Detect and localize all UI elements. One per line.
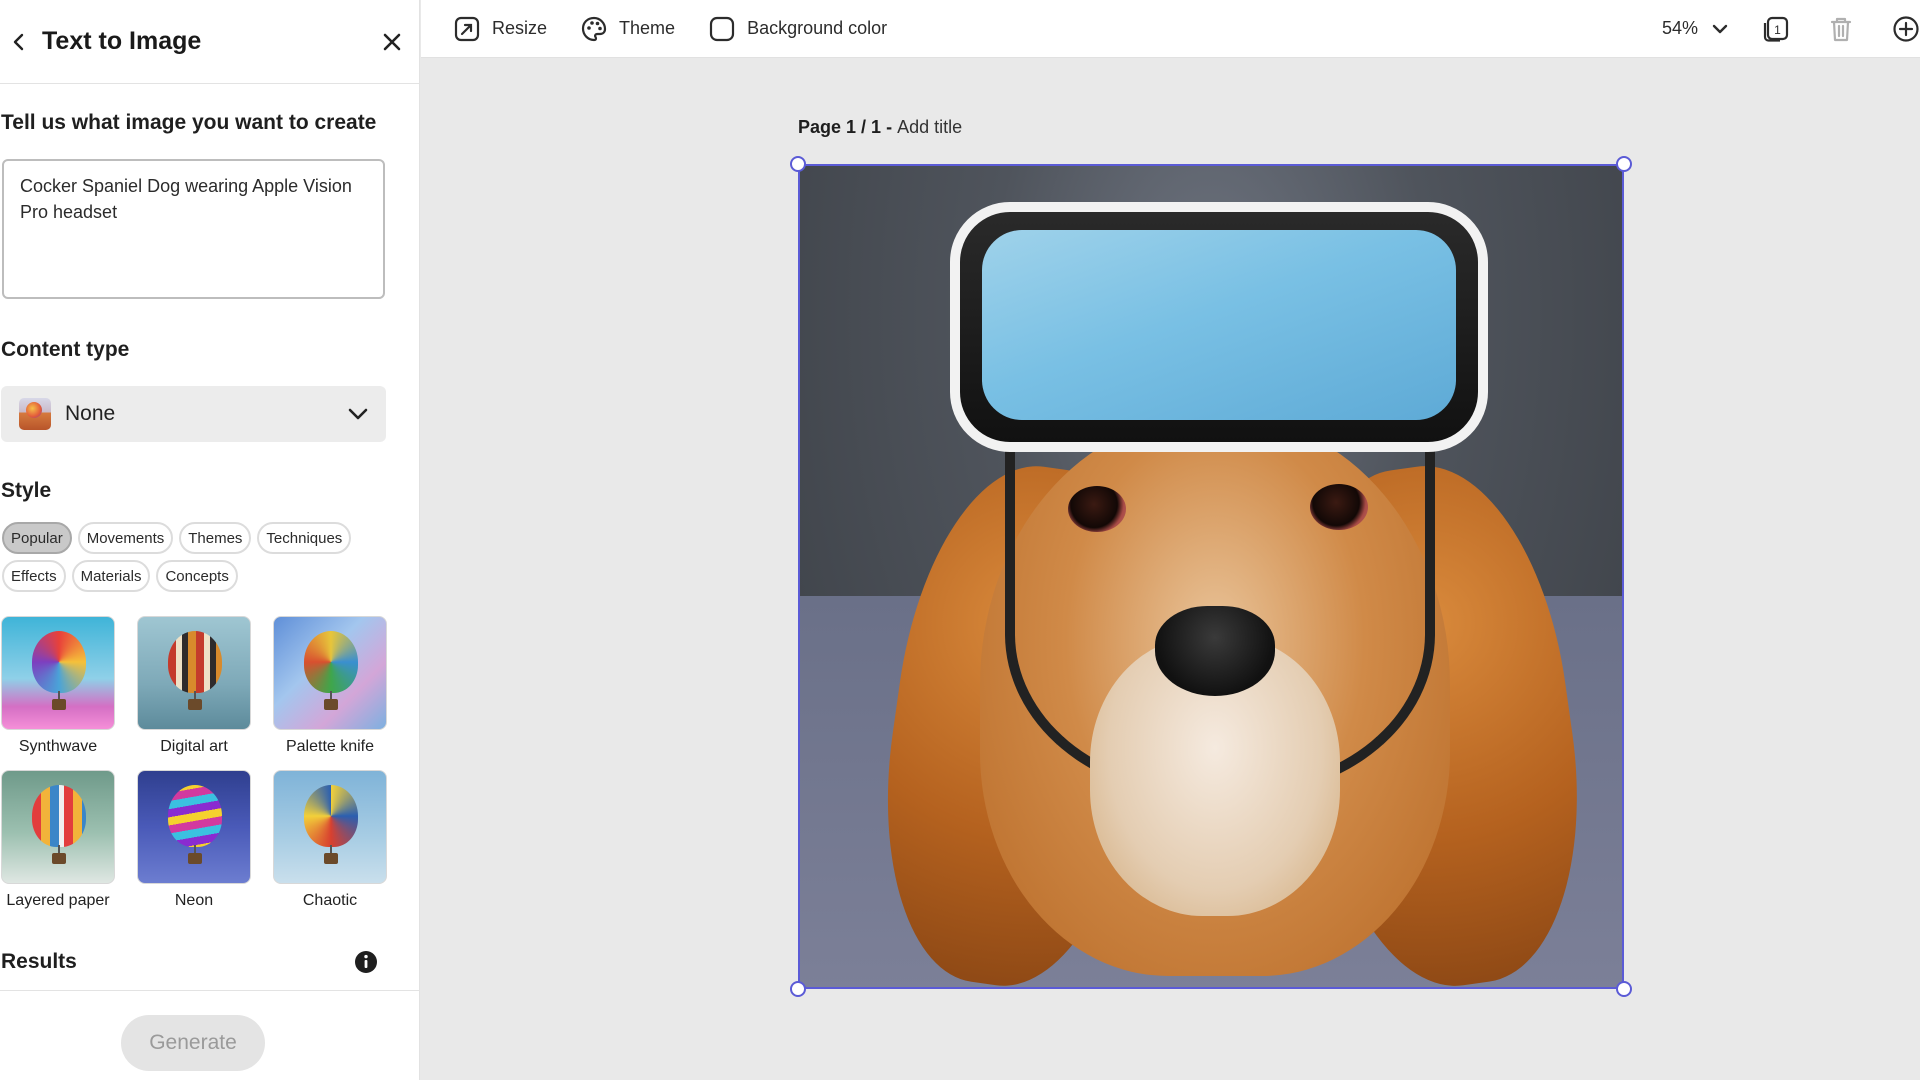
generated-image-artboard[interactable] (798, 164, 1624, 989)
resize-handle-bottom-left[interactable] (790, 981, 806, 997)
style-name: Palette knife (285, 738, 375, 755)
style-name: Digital art (160, 738, 228, 755)
style-name: Neon (174, 892, 214, 909)
style-grid: Synthwave Digital art Palette knife Laye… (1, 616, 387, 910)
text-to-image-panel: Text to Image Tell us what image you wan… (0, 0, 420, 1080)
pages-icon: 1 (1763, 16, 1789, 42)
theme-button[interactable]: Theme (581, 16, 675, 42)
style-tab-themes[interactable]: Themes (179, 522, 252, 554)
add-title-link[interactable]: Add title (897, 117, 962, 137)
style-tabs: Popular Movements Themes Techniques Effe… (2, 522, 382, 592)
pages-button[interactable]: 1 (1762, 15, 1790, 43)
generate-button[interactable]: Generate (121, 1015, 265, 1071)
style-tab-concepts[interactable]: Concepts (156, 560, 238, 592)
style-card-digital-art[interactable]: Digital art (137, 616, 251, 756)
panel-header: Text to Image (0, 0, 419, 84)
content-type-value: None (65, 402, 116, 425)
style-name: Chaotic (302, 892, 358, 909)
info-icon[interactable] (354, 950, 378, 974)
results-label: Results (1, 950, 77, 973)
content-type-thumbnail (19, 398, 51, 430)
style-label: Style (1, 479, 52, 502)
resize-handle-top-left[interactable] (790, 156, 806, 172)
delete-button[interactable] (1828, 15, 1854, 43)
neon-thumbnail (137, 770, 251, 884)
resize-handle-bottom-right[interactable] (1616, 981, 1632, 997)
synthwave-thumbnail (1, 616, 115, 730)
resize-button[interactable]: Resize (454, 16, 547, 42)
content-type-dropdown[interactable]: None (1, 386, 386, 442)
top-toolbar: Resize Theme Background color 54% 1 (421, 0, 1920, 58)
style-card-palette-knife[interactable]: Palette knife (273, 616, 387, 756)
palette-knife-thumbnail (273, 616, 387, 730)
palette-icon (581, 16, 607, 41)
resize-icon (454, 16, 480, 41)
back-icon[interactable] (4, 27, 34, 57)
background-color-swatch-icon (709, 16, 735, 41)
zoom-value: 54% (1661, 18, 1698, 38)
style-card-synthwave[interactable]: Synthwave (1, 616, 115, 756)
style-name: Synthwave (18, 738, 98, 755)
close-icon[interactable] (377, 27, 407, 57)
resize-label: Resize (492, 18, 548, 38)
dog-nose (1155, 606, 1275, 696)
panel-divider (0, 990, 420, 991)
results-row: Results (1, 950, 381, 974)
background-color-label: Background color (747, 18, 888, 38)
resize-handle-top-right[interactable] (1616, 156, 1632, 172)
vr-headset (950, 202, 1488, 452)
theme-label: Theme (619, 18, 676, 38)
style-tab-techniques[interactable]: Techniques (257, 522, 352, 554)
background-color-button[interactable]: Background color (709, 16, 887, 42)
chevron-down-icon (1712, 24, 1728, 33)
page-indicator: Page 1 / 1 (798, 117, 882, 137)
add-circle-icon (1893, 15, 1919, 42)
style-card-layered-paper[interactable]: Layered paper (1, 770, 115, 910)
style-card-chaotic[interactable]: Chaotic (273, 770, 387, 910)
svg-text:1: 1 (1774, 23, 1781, 37)
chaotic-thumbnail (273, 770, 387, 884)
page-title: Page 1 / 1 - Add title (798, 117, 962, 138)
prompt-label: Tell us what image you want to create (1, 111, 377, 134)
trash-icon (1830, 17, 1852, 41)
style-name: Layered paper (6, 892, 110, 909)
dog-right-eye (1310, 484, 1368, 530)
style-tab-effects[interactable]: Effects (2, 560, 66, 592)
panel-title: Text to Image (42, 27, 202, 55)
add-page-button[interactable] (1892, 15, 1920, 43)
vr-headset-lens (982, 230, 1456, 420)
style-tab-movements[interactable]: Movements (77, 522, 174, 554)
prompt-input[interactable]: Cocker Spaniel Dog wearing Apple Vision … (2, 159, 385, 299)
page-separator: - (881, 117, 898, 137)
style-tab-popular[interactable]: Popular (2, 522, 72, 554)
layered-paper-thumbnail (1, 770, 115, 884)
chevron-down-icon (348, 408, 368, 420)
digital-art-thumbnail (137, 616, 251, 730)
dog-left-eye (1068, 486, 1126, 532)
style-card-neon[interactable]: Neon (137, 770, 251, 910)
content-type-label: Content type (1, 338, 130, 361)
zoom-dropdown[interactable]: 54% (1662, 18, 1728, 39)
style-tab-materials[interactable]: Materials (71, 560, 151, 592)
